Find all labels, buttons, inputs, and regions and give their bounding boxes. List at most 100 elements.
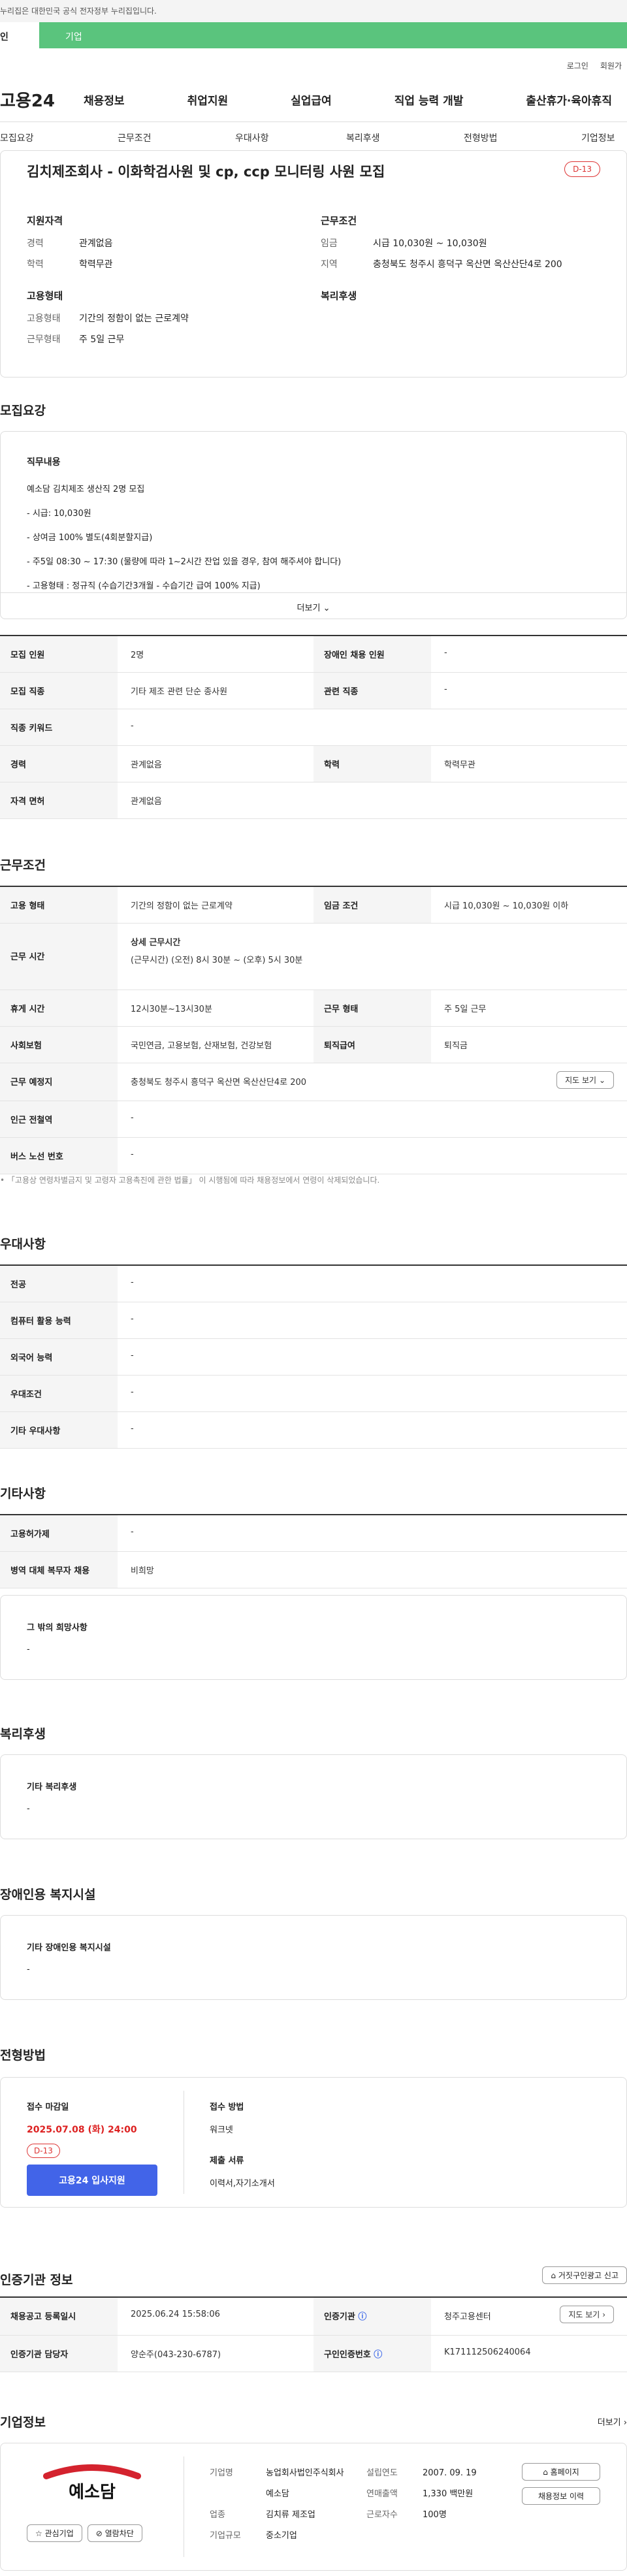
map-button[interactable]: 지도 보기 ⌄ <box>556 1071 614 1089</box>
table-row: 고용허가제 - <box>0 1515 627 1552</box>
favorite-button[interactable]: ☆ 관심기업 <box>27 2524 82 2542</box>
nav-unemployment-benefit[interactable]: 실업급여 <box>291 91 332 108</box>
th: 경력 <box>0 746 118 782</box>
anchor-company[interactable]: 기업정보 <box>522 131 627 144</box>
job-history-button[interactable]: 채용정보 이력 <box>522 2487 600 2505</box>
company-actions: ☆ 관심기업 ⊘ 열람차단 <box>27 2524 142 2542</box>
login-link[interactable]: 로그인 <box>567 60 588 77</box>
wage-label: 임금 <box>321 238 338 249</box>
anchor-welfare[interactable]: 복리후생 <box>314 131 418 144</box>
th: 장애인 채용 인원 <box>314 636 431 672</box>
more-label: 더보기 <box>297 604 321 613</box>
nav-jobs[interactable]: 채용정보 <box>84 91 125 108</box>
td: 시급 10,030원 ~ 10,030원 이하 <box>444 901 569 911</box>
table-row: 직종 키워드 - <box>0 709 627 746</box>
td: 기타 제조 관련 단순 종사원 <box>131 687 228 697</box>
anchor-recruit[interactable]: 모집요강 <box>0 131 104 144</box>
th: 모집 인원 <box>0 636 118 672</box>
dday-badge: D-13 <box>564 161 600 177</box>
nav-vocational-training[interactable]: 직업 능력 개발 <box>394 91 464 108</box>
th: 병역 대체 복무자 채용 <box>0 1552 118 1588</box>
td: 학력무관 <box>444 760 475 770</box>
wage-value: 시급 10,030원 ~ 10,030원 <box>373 238 487 249</box>
td: 상세 근무시간 (근무시간) (오전) 8시 30분 ~ (오후) 5시 30분 <box>118 924 627 990</box>
dday-badge: D-13 <box>27 2144 60 2158</box>
more-button[interactable]: 더보기 ⌄ <box>1 592 626 619</box>
td: 관계없음 <box>131 797 162 807</box>
th: 휴게 시간 <box>0 990 118 1026</box>
th-label: 구인인증번호 <box>324 2350 371 2360</box>
tab-company[interactable]: 기업 <box>39 22 627 48</box>
apply-button[interactable]: 고용24 입사지원 <box>27 2165 157 2196</box>
info-icon[interactable]: ⓘ <box>358 2312 366 2322</box>
report-button[interactable]: ⌂ 거짓구인광고 신고 <box>542 2266 627 2284</box>
table-row: 우대조건 - <box>0 1376 627 1412</box>
td: 주 5일 근무 <box>444 1005 487 1014</box>
block-button[interactable]: ⊘ 열람차단 <box>87 2524 142 2542</box>
industry-value: 김치류 제조업 <box>266 2510 315 2520</box>
duty-card: 직무내용 예소담 김치제조 생산직 2명 모집 - 시급: 10,030원 - … <box>0 431 627 619</box>
td: - <box>131 1314 134 1324</box>
cert-heading: 인증기관 정보 <box>0 2273 73 2287</box>
place-value: 충청북도 청주시 흥덕구 옥산면 옥산산단4로 200 <box>131 1078 307 1087</box>
anchor-preference[interactable]: 우대사항 <box>209 131 314 144</box>
table-row: 근무 예정지 충청북도 청주시 흥덕구 옥산면 옥산산단4로 200 지도 보기… <box>0 1063 627 1101</box>
cert-table: 채용공고 등록일시 2025.06.24 15:58:06 인증기관 ⓘ 청주고용… <box>0 2296 627 2372</box>
table-row: 인근 전철역 - <box>0 1101 627 1138</box>
td: 양순주(043-230-6787) <box>131 2350 221 2360</box>
th: 근무 형태 <box>314 990 431 1026</box>
td: K171112506240064 <box>444 2347 531 2357</box>
th: 사회보험 <box>0 1027 118 1063</box>
nav-parental-leave[interactable]: 출산휴가·육아휴직 <box>526 91 612 108</box>
th: 인증기관 담당자 <box>0 2336 118 2372</box>
job-title: 김치제조회사 - 이화학검사원 및 cp, ccp 모니터링 사원 모집 <box>27 164 385 180</box>
th: 퇴직급여 <box>314 1027 431 1063</box>
company-logo-mark: 예소담 <box>43 2464 141 2502</box>
agency-value: 청주고용센터 <box>444 2312 491 2322</box>
svg-text:예소담: 예소담 <box>69 2483 116 2502</box>
anchor-work[interactable]: 근무조건 <box>104 131 209 144</box>
company-info-right: 설립연도 2007. 09. 19 연매출액 1,330 백만원 근로자수 100명 <box>366 2463 477 2526</box>
homepage-button[interactable]: ⌂ 홈페이지 <box>522 2463 600 2481</box>
map-button[interactable]: 지도 보기 › <box>560 2306 614 2323</box>
welfare-heading: 복리후생 <box>0 1727 46 1741</box>
tab-individual[interactable]: 인 <box>0 22 39 48</box>
td: - <box>131 1527 134 1537</box>
chevron-down-icon: ⌄ <box>598 1076 605 1085</box>
td: 12시30분~13시30분 <box>131 1005 212 1014</box>
other-wishes-value: - <box>27 1645 30 1654</box>
th: 자격 면허 <box>0 782 118 818</box>
table-row: 채용공고 등록일시 2025.06.24 15:58:06 인증기관 ⓘ 청주고용… <box>0 2298 627 2336</box>
info-icon[interactable]: ⓘ <box>374 2350 382 2360</box>
gov-notice-text: 누리집은 대한민국 공식 전자정부 누리집입니다. <box>0 7 157 16</box>
signup-link[interactable]: 회원가 <box>600 60 622 77</box>
welfare-heading-summary: 복리후생 <box>321 290 357 302</box>
disabled-facility-box-heading: 기타 장애인용 복지시설 <box>27 1943 111 1953</box>
etc-heading: 기타사항 <box>0 1487 46 1501</box>
size-value: 중소기업 <box>266 2531 297 2541</box>
block-icon: ⊘ <box>95 2529 105 2538</box>
education-label: 학력 <box>27 259 44 270</box>
founded-label: 설립연도 <box>366 2468 398 2478</box>
method-value: 워크넷 <box>210 2125 233 2135</box>
homepage-label: 홈페이지 <box>550 2468 579 2477</box>
td: 2명 <box>131 651 144 660</box>
th: 버스 노선 번호 <box>0 1138 118 1174</box>
site-logo[interactable]: 고용24 <box>0 88 84 112</box>
table-row: 외국어 능력 - <box>0 1339 627 1376</box>
company-heading: 기업정보 <box>0 2415 46 2430</box>
anchor-process[interactable]: 전형방법 <box>418 131 522 144</box>
welfare-box-value: - <box>27 1804 30 1814</box>
global-nav: 고용24 채용정보 취업지원 실업급여 직업 능력 개발 출산휴가·육아휴직 <box>0 77 627 121</box>
chevron-right-icon: › <box>623 2418 627 2428</box>
td: 충청북도 청주시 흥덕구 옥산면 옥산산단4로 200 지도 보기 ⌄ <box>118 1063 627 1101</box>
td: 청주고용센터 지도 보기 › <box>431 2298 627 2335</box>
company-more-link[interactable]: 더보기 › <box>598 2415 627 2428</box>
preference-table: 전공 - 컴퓨터 활용 능력 - 외국어 능력 - 우대조건 - 기타 우대사항 - <box>0 1264 627 1449</box>
other-wishes-box: 그 밖의 희망사항 - <box>0 1595 627 1680</box>
td: - <box>131 1387 134 1397</box>
company-card: 예소담 ☆ 관심기업 ⊘ 열람차단 기업명 농업회사법인주식회사예소담 업종 김치류… <box>0 2443 627 2571</box>
nav-employment-support[interactable]: 취업지원 <box>187 91 229 108</box>
deadline-heading: 접수 마감일 <box>27 2102 69 2112</box>
th: 모집 직종 <box>0 673 118 709</box>
